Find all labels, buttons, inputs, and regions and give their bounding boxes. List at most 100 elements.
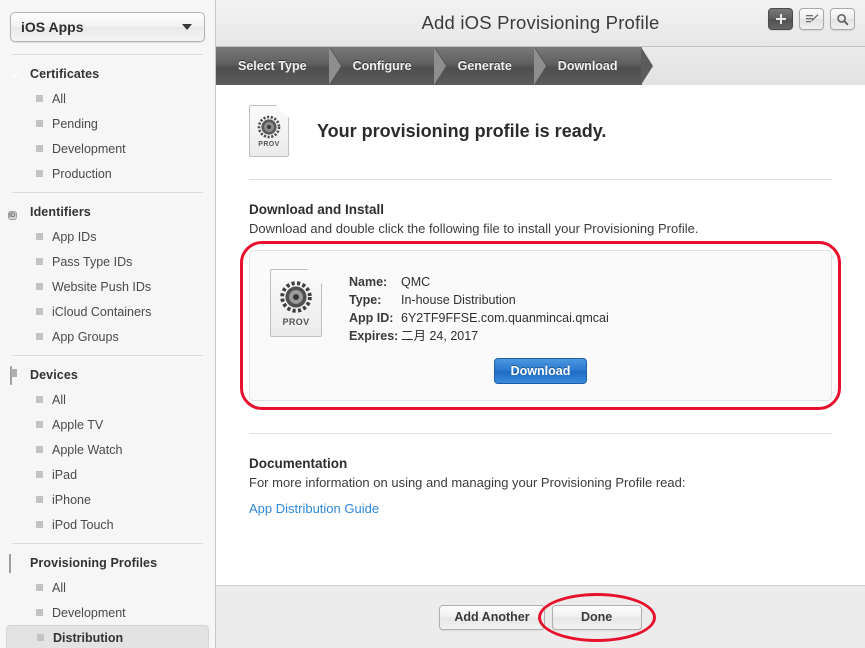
sidebar-header-identifiers[interactable]: ID Identifiers	[0, 199, 215, 224]
sidebar-item-label: iPad	[52, 467, 78, 482]
sidebar-item-profiles-development[interactable]: Development	[6, 600, 209, 625]
field-value: QMC	[401, 275, 431, 289]
bullet-icon	[36, 258, 43, 265]
wizard-step-label: Configure	[352, 59, 412, 73]
sidebar-item-label: Pending	[52, 116, 98, 131]
sidebar-header-provisioning-profiles[interactable]: Provisioning Profiles	[0, 550, 215, 575]
sidebar-item-icloud-containers[interactable]: iCloud Containers	[6, 299, 209, 324]
app-window: iOS Apps Certificates All Pending Develo…	[0, 0, 865, 648]
bullet-icon	[36, 471, 43, 478]
sidebar-item-certificates-development[interactable]: Development	[6, 136, 209, 161]
sidebar-item-devices-all[interactable]: All	[6, 387, 209, 412]
section-title: Documentation	[249, 456, 348, 471]
sidebar-item-apple-watch[interactable]: Apple Watch	[6, 437, 209, 462]
ready-heading: Your provisioning profile is ready.	[317, 120, 607, 141]
sidebar-header-label: Certificates	[30, 66, 100, 81]
sidebar-item-profiles-distribution[interactable]: Distribution	[6, 625, 209, 648]
section-description: For more information on using and managi…	[249, 475, 686, 490]
content-area: PROV Your provisioning profile is ready.…	[216, 85, 865, 585]
wizard-step-generate[interactable]: Generate	[435, 47, 547, 85]
done-button[interactable]: Done	[551, 604, 642, 630]
profile-card: PROV Name: QMC Type: In-house Distributi…	[249, 250, 832, 401]
search-icon	[837, 13, 849, 25]
bullet-icon	[37, 634, 44, 641]
divider	[12, 54, 203, 55]
wizard-step-configure[interactable]: Configure	[330, 47, 447, 85]
sidebar-item-apple-tv[interactable]: Apple TV	[6, 412, 209, 437]
wizard-steps: Select Type Configure Generate Download	[216, 47, 653, 85]
bullet-icon	[36, 496, 43, 503]
prov-file-icon-large: PROV	[270, 269, 322, 337]
wizard-step-download[interactable]: Download	[535, 47, 653, 85]
done-button-wrapper: Done	[537, 592, 656, 642]
sidebar-item-ipod-touch[interactable]: iPod Touch	[6, 512, 209, 537]
field-value: 6Y2TF9FFSE.com.quanmincai.qmcai	[401, 311, 609, 325]
account-type-selector[interactable]: iOS Apps	[10, 12, 205, 42]
breadcrumb-tail-icon	[640, 47, 653, 85]
sidebar-item-label: Apple Watch	[52, 442, 123, 457]
sidebar-item-app-groups[interactable]: App Groups	[6, 324, 209, 349]
search-button[interactable]	[830, 8, 855, 30]
sidebar-item-certificates-pending[interactable]: Pending	[6, 111, 209, 136]
bullet-icon	[36, 421, 43, 428]
bullet-icon	[36, 308, 43, 315]
sidebar-item-label: All	[52, 91, 66, 106]
field-key: Expires:	[349, 329, 399, 343]
sidebar-item-iphone[interactable]: iPhone	[6, 487, 209, 512]
sidebar-header-devices[interactable]: Devices	[0, 362, 215, 387]
app-distribution-guide-link[interactable]: App Distribution Guide	[249, 501, 379, 516]
field-key: Type:	[349, 293, 382, 307]
bullet-icon	[36, 120, 43, 127]
add-another-button[interactable]: Add Another	[439, 604, 545, 630]
titlebar: Add iOS Provisioning Profile	[216, 0, 865, 47]
field-key: Name:	[349, 275, 388, 289]
sidebar-header-label: Devices	[30, 367, 78, 382]
sidebar-item-label: App IDs	[52, 229, 97, 244]
sidebar-item-certificates-all[interactable]: All	[6, 86, 209, 111]
bullet-icon	[36, 95, 43, 102]
plus-icon	[775, 14, 786, 24]
field-value: In-house Distribution	[401, 293, 516, 307]
page-fold-icon	[276, 105, 289, 118]
profile-field-name: Name: QMC	[349, 273, 609, 291]
sidebar-item-pass-type-ids[interactable]: Pass Type IDs	[6, 249, 209, 274]
section-title: Download and Install	[249, 202, 385, 217]
gear-icon	[280, 281, 312, 313]
sidebar-header-certificates[interactable]: Certificates	[0, 61, 215, 86]
wizard-step-label: Generate	[457, 59, 512, 73]
sidebar-item-label: All	[52, 580, 66, 595]
sidebar-item-label: Development	[52, 605, 126, 620]
edit-button[interactable]	[799, 8, 824, 30]
bullet-icon	[36, 521, 43, 528]
chevron-down-icon	[182, 24, 192, 30]
sidebar-item-label: Apple TV	[52, 417, 104, 432]
sidebar-item-ipad[interactable]: iPad	[6, 462, 209, 487]
sidebar-item-certificates-production[interactable]: Production	[6, 161, 209, 186]
download-install-section: Download and Install Download and double…	[216, 180, 865, 236]
sidebar-item-website-push-ids[interactable]: Website Push IDs	[6, 274, 209, 299]
profile-field-expires: Expires: 二月 24, 2017	[349, 327, 609, 345]
id-badge-icon: ID	[8, 211, 17, 220]
section-description: Download and double click the following …	[249, 221, 699, 236]
sidebar-item-label: iCloud Containers	[52, 304, 152, 319]
sidebar-item-label: Distribution	[53, 630, 124, 645]
sidebar-section-devices: Devices All Apple TV Apple Watch iPad iP…	[0, 355, 215, 537]
prov-file-icon-small: PROV	[249, 105, 289, 157]
bullet-icon	[36, 283, 43, 290]
footer-actions: Add Another Done	[216, 585, 865, 648]
sidebar-header-label: Provisioning Profiles	[30, 555, 158, 570]
sidebar-item-profiles-all[interactable]: All	[6, 575, 209, 600]
profile-field-app-id: App ID: 6Y2TF9FFSE.com.quanmincai.qmcai	[349, 309, 609, 327]
sidebar-item-label: iPhone	[52, 492, 91, 507]
wizard-step-select-type[interactable]: Select Type	[216, 47, 342, 85]
download-button[interactable]: Download	[493, 358, 588, 384]
sidebar-item-label: App Groups	[52, 329, 119, 344]
ready-banner: PROV Your provisioning profile is ready.	[216, 85, 865, 157]
bullet-icon	[36, 170, 43, 177]
field-value: 二月 24, 2017	[401, 329, 479, 343]
add-button[interactable]	[768, 8, 793, 30]
profile-metadata: Name: QMC Type: In-house Distribution Ap…	[349, 269, 609, 345]
chevron-right-icon	[328, 47, 342, 85]
sidebar-item-app-ids[interactable]: App IDs	[6, 224, 209, 249]
bullet-icon	[36, 446, 43, 453]
